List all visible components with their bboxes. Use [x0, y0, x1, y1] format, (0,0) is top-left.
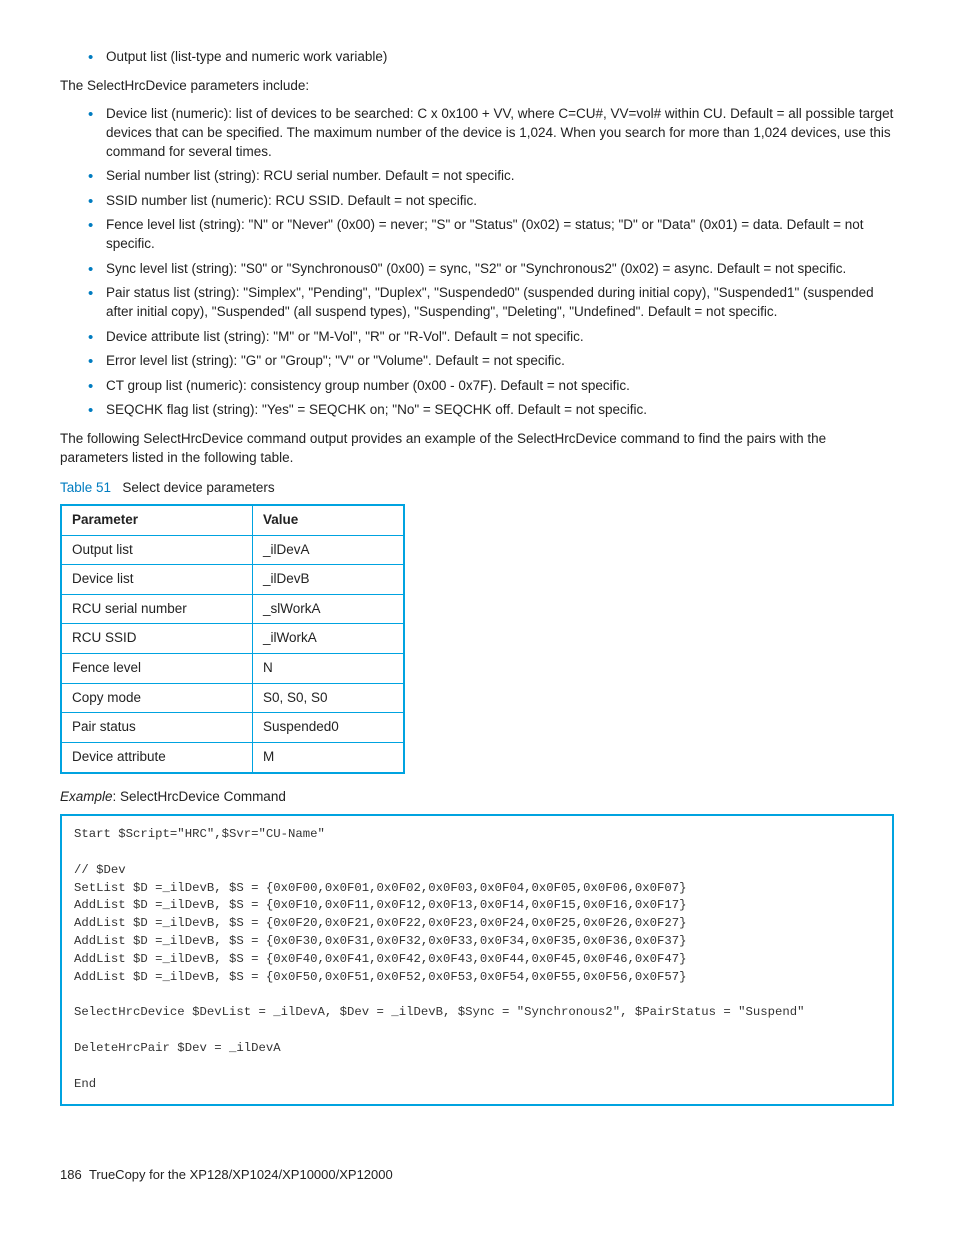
list-item: Error level list (string): "G" or "Group…	[88, 352, 894, 371]
list-item: CT group list (numeric): consistency gro…	[88, 377, 894, 396]
table-label: Table 51	[60, 480, 111, 495]
table-cell-value: _ilDevA	[253, 535, 405, 565]
table-cell-parameter: Output list	[61, 535, 253, 565]
parameters-table: Parameter Value Output list_ilDevADevice…	[60, 504, 405, 774]
list-item: Fence level list (string): "N" or "Never…	[88, 216, 894, 253]
footer-title: TrueCopy for the XP128/XP1024/XP10000/XP…	[89, 1167, 393, 1182]
table-cell-value: Suspended0	[253, 713, 405, 743]
example-text: : SelectHrcDevice Command	[113, 789, 286, 804]
list-item: Output list (list-type and numeric work …	[88, 48, 894, 67]
table-header-parameter: Parameter	[61, 505, 253, 535]
bullets-top: Output list (list-type and numeric work …	[88, 48, 894, 67]
table-cell-value: _ilWorkA	[253, 624, 405, 654]
table-cell-value: _ilDevB	[253, 565, 405, 595]
table-row: Copy modeS0, S0, S0	[61, 683, 404, 713]
table-cell-value: S0, S0, S0	[253, 683, 405, 713]
list-item: Device attribute list (string): "M" or "…	[88, 328, 894, 347]
table-cell-parameter: Device list	[61, 565, 253, 595]
example-caption: Example: SelectHrcDevice Command	[60, 788, 894, 807]
table-cell-parameter: Fence level	[61, 654, 253, 684]
list-item: Serial number list (string): RCU serial …	[88, 167, 894, 186]
table-cell-parameter: RCU serial number	[61, 594, 253, 624]
table-title: Select device parameters	[122, 480, 274, 495]
table-header-row: Parameter Value	[61, 505, 404, 535]
list-item: Pair status list (string): "Simplex", "P…	[88, 284, 894, 321]
page-number: 186	[60, 1167, 82, 1182]
following-paragraph: The following SelectHrcDevice command ou…	[60, 430, 894, 467]
table-row: Fence levelN	[61, 654, 404, 684]
page-footer: 186 TrueCopy for the XP128/XP1024/XP1000…	[60, 1166, 894, 1184]
table-row: RCU SSID_ilWorkA	[61, 624, 404, 654]
table-row: Pair statusSuspended0	[61, 713, 404, 743]
intro-paragraph: The SelectHrcDevice parameters include:	[60, 77, 894, 96]
table-cell-parameter: RCU SSID	[61, 624, 253, 654]
table-cell-value: N	[253, 654, 405, 684]
table-cell-parameter: Pair status	[61, 713, 253, 743]
code-block: Start $Script="HRC",$Svr="CU-Name" // $D…	[60, 814, 894, 1105]
table-row: Device attributeM	[61, 742, 404, 772]
list-item: SEQCHK flag list (string): "Yes" = SEQCH…	[88, 401, 894, 420]
table-header-value: Value	[253, 505, 405, 535]
table-cell-parameter: Device attribute	[61, 742, 253, 772]
list-item: Sync level list (string): "S0" or "Synch…	[88, 260, 894, 279]
table-cell-value: M	[253, 742, 405, 772]
example-prefix: Example	[60, 789, 113, 804]
table-row: Device list_ilDevB	[61, 565, 404, 595]
table-caption: Table 51 Select device parameters	[60, 479, 894, 498]
list-item: SSID number list (numeric): RCU SSID. De…	[88, 192, 894, 211]
table-row: RCU serial number_slWorkA	[61, 594, 404, 624]
table-cell-parameter: Copy mode	[61, 683, 253, 713]
table-row: Output list_ilDevA	[61, 535, 404, 565]
table-cell-value: _slWorkA	[253, 594, 405, 624]
bullets-main: Device list (numeric): list of devices t…	[88, 105, 894, 420]
list-item: Device list (numeric): list of devices t…	[88, 105, 894, 161]
